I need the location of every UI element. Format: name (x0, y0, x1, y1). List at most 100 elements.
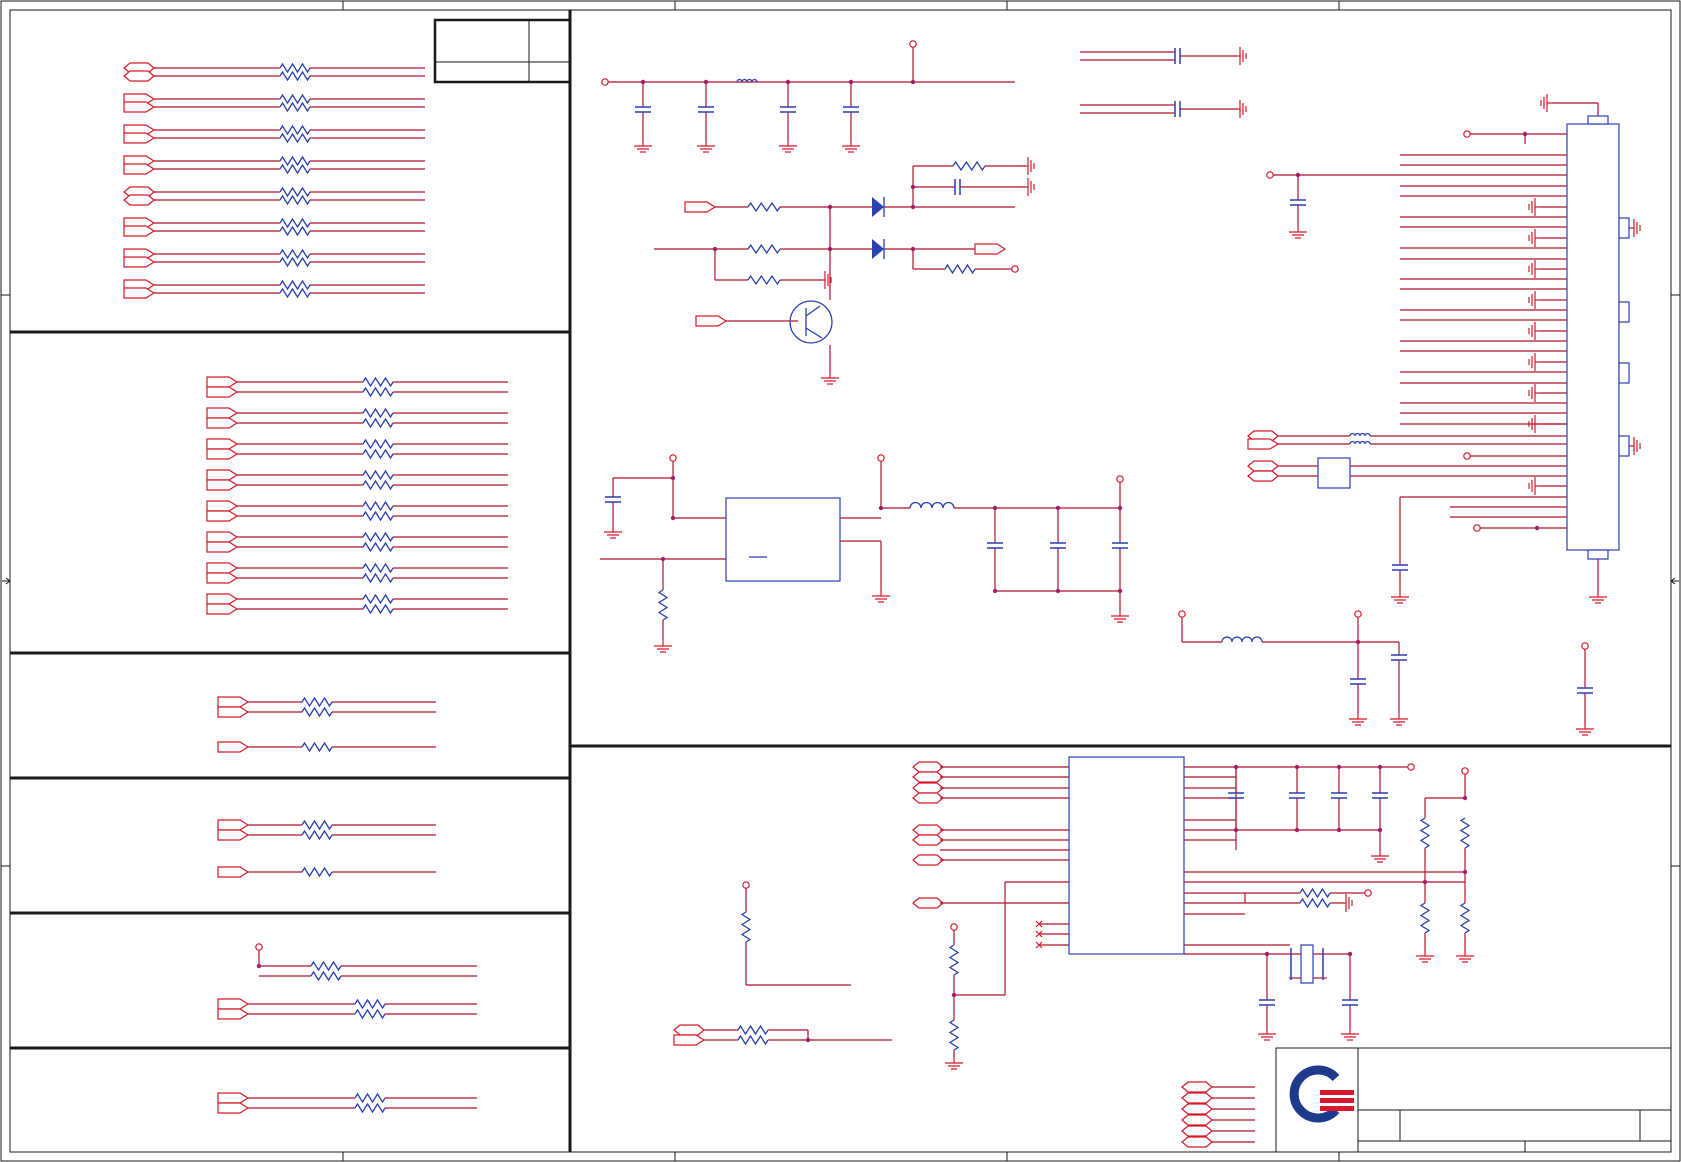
power-flag-icon (1116, 475, 1124, 483)
resistor-icon (279, 101, 311, 113)
hierarchical-port-icon (217, 1008, 250, 1020)
power-flag-icon (742, 881, 750, 889)
junction-dot (670, 475, 676, 481)
power-flag-icon (1178, 610, 1186, 618)
power-flag-icon (601, 78, 609, 86)
junction-dot (1055, 505, 1061, 511)
power-flag-icon (1463, 130, 1471, 138)
power-flag-icon (1364, 889, 1372, 897)
ground-icon (945, 1057, 963, 1070)
capacitor-icon (1174, 48, 1181, 64)
power-flags (255, 40, 1589, 951)
hierarchical-port-icon (217, 829, 250, 841)
junction-dot (910, 246, 916, 252)
junction-dot (1233, 827, 1239, 833)
hierarchical-port-icon (1181, 1092, 1213, 1104)
resistor-icon (301, 819, 333, 831)
junction-dot (256, 963, 262, 969)
ground-icon (842, 140, 860, 153)
junction-dot (1462, 795, 1468, 801)
resistor-icon (301, 829, 333, 841)
junction-dot (1264, 951, 1270, 957)
hierarchical-port-icon (217, 1092, 250, 1104)
resistor-icon (1299, 897, 1331, 909)
junction-dot (992, 588, 998, 594)
hierarchical-port-icon (912, 834, 944, 846)
ground-icon (872, 590, 890, 603)
power-flag-icon (1581, 642, 1589, 650)
power-flag-icon (877, 454, 885, 462)
resistor-icon (362, 603, 394, 615)
junction-dot (703, 79, 709, 85)
junction-dot (910, 204, 916, 210)
junction-dot (1522, 131, 1528, 137)
diode-icon (872, 197, 885, 217)
capacitor-icon (1259, 999, 1275, 1006)
junction-dot (805, 1037, 811, 1043)
junction-dot (712, 246, 718, 252)
ground-icon (1349, 713, 1367, 726)
power-flag-icon (1354, 610, 1362, 618)
hierarchical-port-icon (217, 866, 250, 878)
resistor-icon (362, 531, 394, 543)
resistor-icon (279, 62, 311, 74)
capacitor-icon (1174, 101, 1181, 117)
capacitor-icon (635, 106, 651, 113)
junction-dot (1117, 505, 1123, 511)
resistor-icon (279, 163, 311, 175)
resistor-icon (279, 186, 311, 198)
resistor-icon (279, 70, 311, 82)
resistor-icon (354, 998, 386, 1010)
hierarchical-port-icon (206, 510, 239, 522)
hierarchical-port-icon (217, 696, 250, 708)
regulator-chip (725, 497, 841, 582)
ground-icon (779, 140, 797, 153)
junctions (256, 79, 1540, 1043)
hierarchical-port-icon (1181, 1136, 1213, 1148)
resistor-icon (301, 741, 333, 753)
resistor-icon (362, 376, 394, 388)
resistor-icon (354, 1092, 386, 1104)
hierarchical-port-icon (206, 603, 239, 615)
hierarchical-port-icon (673, 1024, 705, 1036)
junction-dot (1336, 827, 1342, 833)
inductor-icon (1221, 636, 1263, 643)
hierarchical-port-icon (206, 479, 239, 491)
hierarchical-port-icon (206, 541, 239, 553)
resistor-icon (737, 1034, 769, 1046)
resistor-icon (952, 160, 986, 172)
resistor-icon (301, 706, 333, 718)
junction-dot (1377, 827, 1383, 833)
hierarchical-port-icon (912, 824, 944, 836)
crystal-body (1300, 944, 1314, 984)
ground-icon (1456, 950, 1474, 963)
resistor-icon (279, 124, 311, 136)
ground-icon (1234, 100, 1247, 118)
hierarchical-port-icon (206, 448, 239, 460)
ground-icon (1340, 894, 1353, 912)
ground-icon (1540, 94, 1553, 112)
ground-icon (819, 271, 832, 289)
resistor-icon (279, 287, 311, 299)
capacitor-icon (987, 542, 1003, 549)
ground-icon (1371, 850, 1389, 863)
resistor-icon (362, 479, 394, 491)
inductor-icon (909, 501, 955, 509)
junction-dot (1377, 764, 1383, 770)
hierarchical-port-icon (1181, 1125, 1213, 1137)
controller-chip (1068, 756, 1185, 955)
hierarchical-port-icon (684, 201, 717, 213)
ground-icon (1528, 198, 1541, 216)
power-flag-icon (669, 454, 677, 462)
ground-icon (1628, 437, 1641, 455)
resistor-icon (1299, 887, 1331, 899)
hierarchical-port-icon (1181, 1114, 1213, 1126)
resistor-icon (279, 225, 311, 237)
junction-dot (951, 992, 957, 998)
resistor-icon (362, 541, 394, 553)
ground-icon (1234, 47, 1247, 65)
ground-icon (1416, 950, 1434, 963)
capacitor-icon (1391, 654, 1407, 661)
resistor-icon (657, 589, 669, 621)
resistor-icon (362, 510, 394, 522)
